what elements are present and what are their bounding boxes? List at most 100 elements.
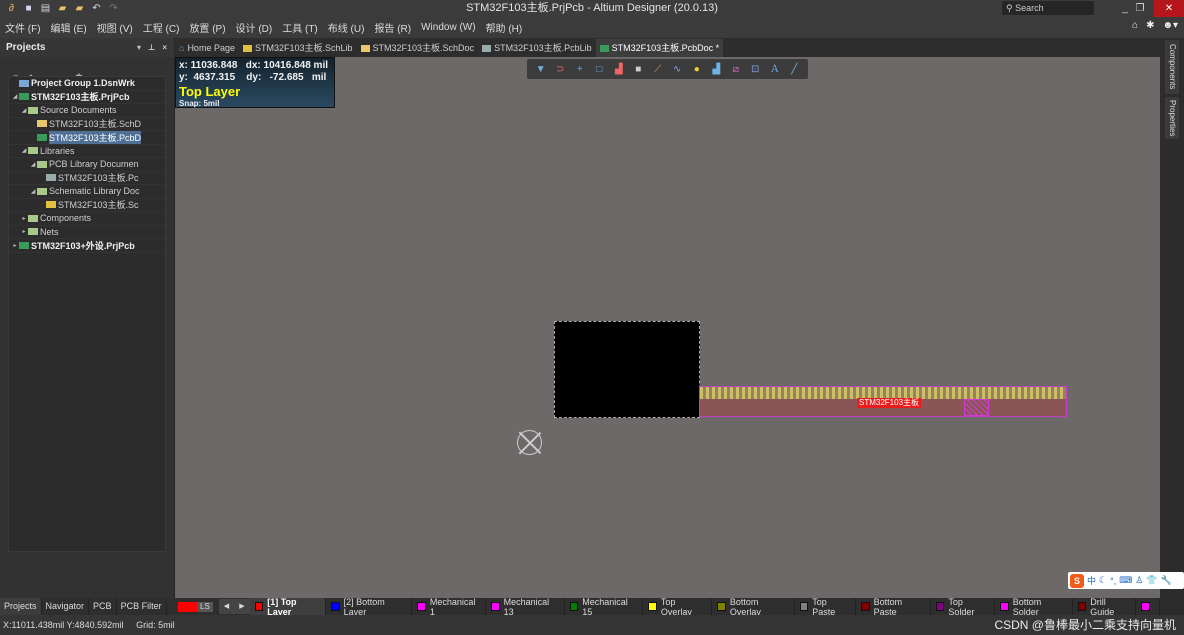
tree-item[interactable]: STM32F103主板.Pc [9,172,165,185]
close-button[interactable]: ✕ [1154,0,1184,17]
polygon-icon[interactable]: ▟ [709,64,723,75]
redo-icon[interactable]: ↷ [108,3,119,14]
layer-tab[interactable]: Top Solder [931,597,996,617]
ime-user-icon[interactable]: ♙ [1135,575,1143,586]
tab-components[interactable]: Components [1165,40,1179,94]
text-icon[interactable]: A [768,64,782,75]
align-icon[interactable]: ▟ [612,64,626,75]
menu-file[interactable]: 文件 (F) [0,20,46,35]
select-rect-icon[interactable]: □ [592,64,606,75]
tab-home-page[interactable]: ⌂ Home Page [175,39,239,57]
keepout-icon[interactable]: ⧄ [729,64,743,75]
collapse-icon[interactable]: ◢ [29,161,37,168]
next-layer-icon[interactable]: ▶ [234,599,249,614]
layer-tab[interactable]: Bottom Overlay [712,597,795,617]
expand-icon[interactable]: ▸ [20,228,28,235]
tree-item[interactable]: ▸ STM32F103+外设.PrjPcb [9,239,165,253]
interactive-route-icon[interactable]: ⊃ [553,64,567,75]
tab-navigator[interactable]: Navigator [42,598,90,615]
layer-tab[interactable]: Bottom Paste [856,597,931,617]
tab-projects[interactable]: Projects [0,598,42,615]
open-project-icon[interactable]: ▰ [74,3,85,14]
layer-tab[interactable]: Top Paste [795,597,857,617]
menu-design[interactable]: 设计 (D) [231,20,278,35]
tab-pcb-filter[interactable]: PCB Filter [117,598,167,615]
expand-icon[interactable]: ▸ [11,242,19,249]
place-pad-icon[interactable]: ● [690,64,704,75]
tree-item[interactable]: ◢ STM32F103主板.PrjPcb [9,91,165,104]
collapse-icon[interactable]: ◢ [20,107,28,114]
filter-icon[interactable]: ▼ [534,64,548,75]
tab-properties[interactable]: Properties [1165,97,1179,139]
open-icon[interactable]: ▰ [57,3,68,14]
pcb-canvas[interactable]: x: 11036.848 dx: 10416.848 mil y: 4637.3… [175,57,1160,598]
save-all-icon[interactable]: ▤ [40,3,51,14]
tree-item[interactable]: STM32F103主板.PcbD [9,131,165,145]
plus-icon[interactable]: + [573,64,587,75]
menu-help[interactable]: 帮助 (H) [481,20,528,35]
tab-pcblib[interactable]: STM32F103主板.PcbLib [478,39,596,57]
collapse-icon[interactable]: ◢ [20,147,28,154]
layer-tab[interactable] [1136,598,1161,615]
tree-item[interactable]: ▸ Components [9,212,165,226]
menu-view[interactable]: 视图 (V) [92,20,138,35]
menu-route[interactable]: 布线 (U) [323,20,370,35]
pin-icon[interactable]: ⊥ [148,43,155,52]
layer-tab[interactable]: [1] Top Layer [249,597,327,617]
ime-chinese-icon[interactable]: 中 [1087,574,1096,587]
tree-item[interactable]: ◢ Source Documents [9,104,165,118]
ime-keyboard-icon[interactable]: ⌨ [1119,575,1132,586]
ime-skin-icon[interactable]: 👕 [1146,575,1157,586]
ime-punct-icon[interactable]: °, [1110,576,1116,586]
tree-item[interactable]: ◢ PCB Library Documen [9,158,165,172]
sogou-logo-icon[interactable]: S [1070,573,1084,588]
expand-icon[interactable]: ▸ [20,215,28,222]
gear-icon[interactable]: ✱ [1146,20,1154,31]
layer-tab[interactable]: Mechanical 15 [565,597,644,617]
line-icon[interactable]: ╱ [787,64,801,75]
undo-icon[interactable]: ↶ [91,3,102,14]
diff-pair-icon[interactable]: ∿ [670,64,684,75]
menu-edit[interactable]: 编辑 (E) [46,20,92,35]
fill-icon[interactable]: ■ [631,64,645,75]
tree-item[interactable]: ▸ Nets [9,226,165,239]
menu-window[interactable]: Window (W) [416,22,480,33]
tree-item[interactable]: Project Group 1.DsnWrk [9,77,165,91]
tab-schlib[interactable]: STM32F103主板.SchLib [239,39,357,57]
layer-tab[interactable]: Bottom Solder [995,597,1073,617]
tree-item[interactable]: ◢ Libraries [9,145,165,158]
pcb-board[interactable]: STM32F103主板 [699,386,1067,417]
tree-item[interactable]: ◢ Schematic Library Doc [9,185,165,199]
track-icon[interactable]: ⟋ [651,64,665,75]
account-icon[interactable]: ☻▾ [1162,20,1178,31]
layer-tab[interactable]: Mechanical 13 [486,597,565,617]
ime-tools-icon[interactable]: 🔧 [1161,575,1172,586]
menu-reports[interactable]: 报告 (R) [369,20,416,35]
save-icon[interactable]: ■ [23,3,34,14]
selection-area[interactable] [554,321,700,418]
layer-set-button[interactable]: LS [178,601,213,612]
menu-place[interactable]: 放置 (P) [184,20,230,35]
restore-button[interactable]: ❐ [1125,0,1155,17]
ime-moon-icon[interactable]: ☾ [1099,575,1107,586]
tab-pcb[interactable]: PCB [89,598,117,615]
layer-tab[interactable]: [2] Bottom Layer [326,597,413,617]
tree-item[interactable]: STM32F103主板.SchD [9,118,165,131]
tree-item[interactable]: STM32F103主板.Sc [9,199,165,212]
app-icon[interactable]: ∂ [6,3,17,14]
tab-schdoc[interactable]: STM32F103主板.SchDoc [357,39,479,57]
collapse-icon[interactable]: ◢ [11,93,19,100]
menu-tools[interactable]: 工具 (T) [277,20,323,35]
home-icon[interactable]: ⌂ [1132,20,1138,31]
layer-tab[interactable]: Drill Guide [1073,597,1137,617]
panel-menu-icon[interactable]: ▾ [137,43,141,52]
dimension-icon[interactable]: ⊡ [748,64,762,75]
collapse-icon[interactable]: ◢ [29,188,37,195]
layer-tab[interactable]: Mechanical 1 [412,597,487,617]
layer-tab[interactable]: Top Overlay [643,597,713,617]
panel-close-icon[interactable]: × [162,43,167,52]
tab-pcbdoc[interactable]: STM32F103主板.PcbDoc * [595,39,724,57]
search-input[interactable]: ⚲ Search [1002,1,1094,15]
prev-layer-icon[interactable]: ◀ [219,599,234,614]
menu-project[interactable]: 工程 (C) [138,20,185,35]
